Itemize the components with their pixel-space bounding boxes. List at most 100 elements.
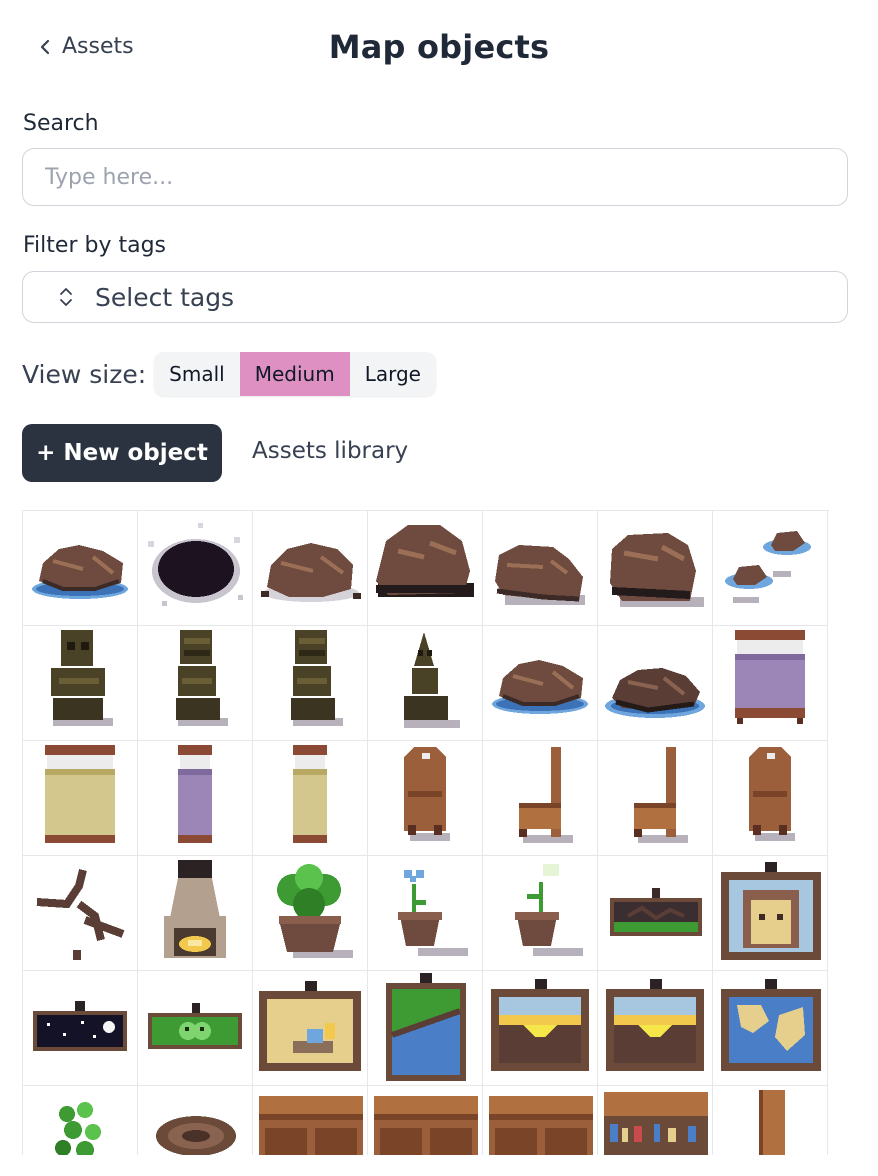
double-bed-yellow-icon <box>45 745 115 843</box>
new-object-button[interactable]: + New object <box>22 424 222 482</box>
single-bed-yellow-icon <box>293 745 327 843</box>
chair-back-icon <box>404 747 450 841</box>
dark-boulder-icon <box>376 525 474 597</box>
grid-item[interactable] <box>483 626 598 741</box>
grid-item[interactable] <box>713 856 828 971</box>
vine-plant-icon <box>55 1102 101 1155</box>
tags-select-text: Select tags <box>95 282 235 312</box>
grid-item[interactable] <box>598 856 713 971</box>
grid-item[interactable] <box>713 511 828 626</box>
landscape-sign-icon <box>610 888 702 936</box>
assets-library-button[interactable]: Assets library <box>252 438 408 464</box>
round-rug-icon <box>156 1116 236 1155</box>
grid-item[interactable] <box>368 741 483 856</box>
grid-item[interactable] <box>23 1086 138 1155</box>
grid-item[interactable] <box>368 971 483 1086</box>
potted-flower-blue-icon <box>398 870 468 956</box>
grid-item[interactable] <box>713 626 828 741</box>
view-size-medium[interactable]: Medium <box>239 352 350 396</box>
stone-statue-side-icon <box>291 630 343 726</box>
grid-item[interactable] <box>138 1086 253 1155</box>
grid-item[interactable] <box>598 1086 713 1155</box>
sunset-frame-icon <box>606 979 704 1071</box>
still-life-frame-icon <box>259 981 361 1071</box>
stone-statue-icon <box>51 630 113 726</box>
cabinet-icon <box>374 1096 478 1155</box>
grid-item[interactable] <box>483 971 598 1086</box>
dark-rock-in-water-icon <box>605 668 705 718</box>
stone-statue-side-icon <box>176 630 228 726</box>
grid-item[interactable] <box>483 1086 598 1155</box>
grid-item[interactable] <box>253 856 368 971</box>
chair-back-icon <box>749 747 795 841</box>
view-size-small[interactable]: Small <box>154 352 240 396</box>
grid-item[interactable] <box>713 1086 828 1155</box>
grid-item[interactable] <box>138 511 253 626</box>
hillside-frame-icon <box>386 973 466 1081</box>
night-sky-sign-icon <box>33 1001 127 1051</box>
chair-side-icon <box>519 747 573 843</box>
search-label: Search <box>23 111 99 136</box>
potted-flower-white-icon <box>515 864 583 956</box>
grid-item[interactable] <box>253 971 368 1086</box>
grid-item[interactable] <box>483 511 598 626</box>
pebbles-in-water-icon <box>725 531 811 603</box>
potted-bush-icon <box>277 864 353 958</box>
bookshelf-icon <box>604 1092 708 1155</box>
sunset-frame-icon <box>491 979 589 1071</box>
grid-item[interactable] <box>253 741 368 856</box>
grid-item[interactable] <box>598 971 713 1086</box>
view-size-label: View size: <box>22 359 147 389</box>
rock-in-water-icon <box>32 545 128 599</box>
view-size-control: View size: Small Medium Large <box>22 352 436 396</box>
grid-item[interactable] <box>368 1086 483 1155</box>
grid-item[interactable] <box>23 626 138 741</box>
page-title: Map objects <box>328 28 550 66</box>
view-size-large[interactable]: Large <box>350 352 436 396</box>
stone-idol-icon <box>404 632 460 728</box>
grid-item[interactable] <box>138 626 253 741</box>
grid-item[interactable] <box>598 511 713 626</box>
grid-item[interactable] <box>138 971 253 1086</box>
cabinet-icon <box>259 1096 363 1155</box>
tags-select[interactable]: Select tags <box>22 271 848 323</box>
grid-item[interactable] <box>23 971 138 1086</box>
grid-item[interactable] <box>368 626 483 741</box>
single-bed-purple-icon <box>178 745 212 843</box>
double-bed-purple-icon <box>735 630 805 724</box>
rubble-rock-icon <box>261 543 361 602</box>
filter-tags-label: Filter by tags <box>23 233 166 258</box>
grid-item[interactable] <box>483 741 598 856</box>
grid-item[interactable] <box>368 856 483 971</box>
grid-item[interactable] <box>713 741 828 856</box>
grid-item[interactable] <box>253 511 368 626</box>
search-input[interactable] <box>22 148 848 206</box>
map-frame-icon <box>721 979 821 1071</box>
fireplace-icon <box>164 860 226 958</box>
grid-item[interactable] <box>253 1086 368 1155</box>
grid-item[interactable] <box>368 511 483 626</box>
portrait-frame-icon <box>721 862 821 960</box>
rock-in-water-icon <box>492 660 588 714</box>
cabinet-icon <box>489 1096 593 1155</box>
chevron-up-down-icon <box>60 288 72 306</box>
grid-item[interactable] <box>598 626 713 741</box>
object-grid <box>22 510 829 1155</box>
grid-item[interactable] <box>483 856 598 971</box>
round-boulder-icon <box>610 533 704 607</box>
grid-item[interactable] <box>253 626 368 741</box>
flat-rock-icon <box>495 545 585 605</box>
grid-item[interactable] <box>138 856 253 971</box>
crack-icon <box>36 869 125 960</box>
grid-item[interactable] <box>23 511 138 626</box>
frog-sign-icon <box>148 1003 242 1049</box>
grid-item[interactable] <box>138 741 253 856</box>
view-size-segmented: Small Medium Large <box>154 352 436 396</box>
grid-item[interactable] <box>713 971 828 1086</box>
dark-hole-icon <box>148 523 243 606</box>
header: Assets Map objects <box>0 0 878 100</box>
chair-side-icon <box>634 747 688 843</box>
grid-item[interactable] <box>23 856 138 971</box>
grid-item[interactable] <box>598 741 713 856</box>
grid-item[interactable] <box>23 741 138 856</box>
